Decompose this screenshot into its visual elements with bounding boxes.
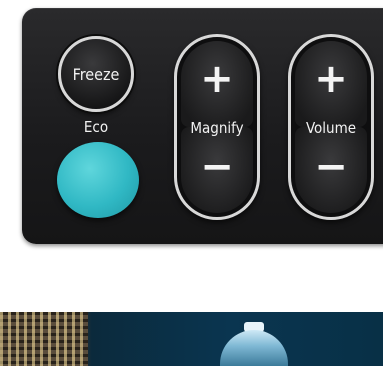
freeze-label: Freeze	[72, 64, 120, 84]
magnify-label: Magnify	[190, 119, 244, 137]
minus-icon: −	[314, 144, 348, 190]
magnify-rocker: + Magnify −	[174, 34, 260, 220]
eco-label: Eco	[83, 118, 109, 136]
freeze-button[interactable]: Freeze	[58, 36, 134, 112]
lit-building	[0, 312, 88, 366]
minus-icon: −	[200, 144, 234, 190]
city-night-photo	[0, 312, 383, 366]
volume-rocker: + Volume −	[288, 34, 374, 220]
volume-label: Volume	[305, 119, 357, 137]
eco-button[interactable]	[57, 142, 139, 218]
illuminated-tower	[220, 330, 288, 366]
plus-icon: +	[200, 56, 234, 102]
plus-icon: +	[314, 56, 348, 102]
